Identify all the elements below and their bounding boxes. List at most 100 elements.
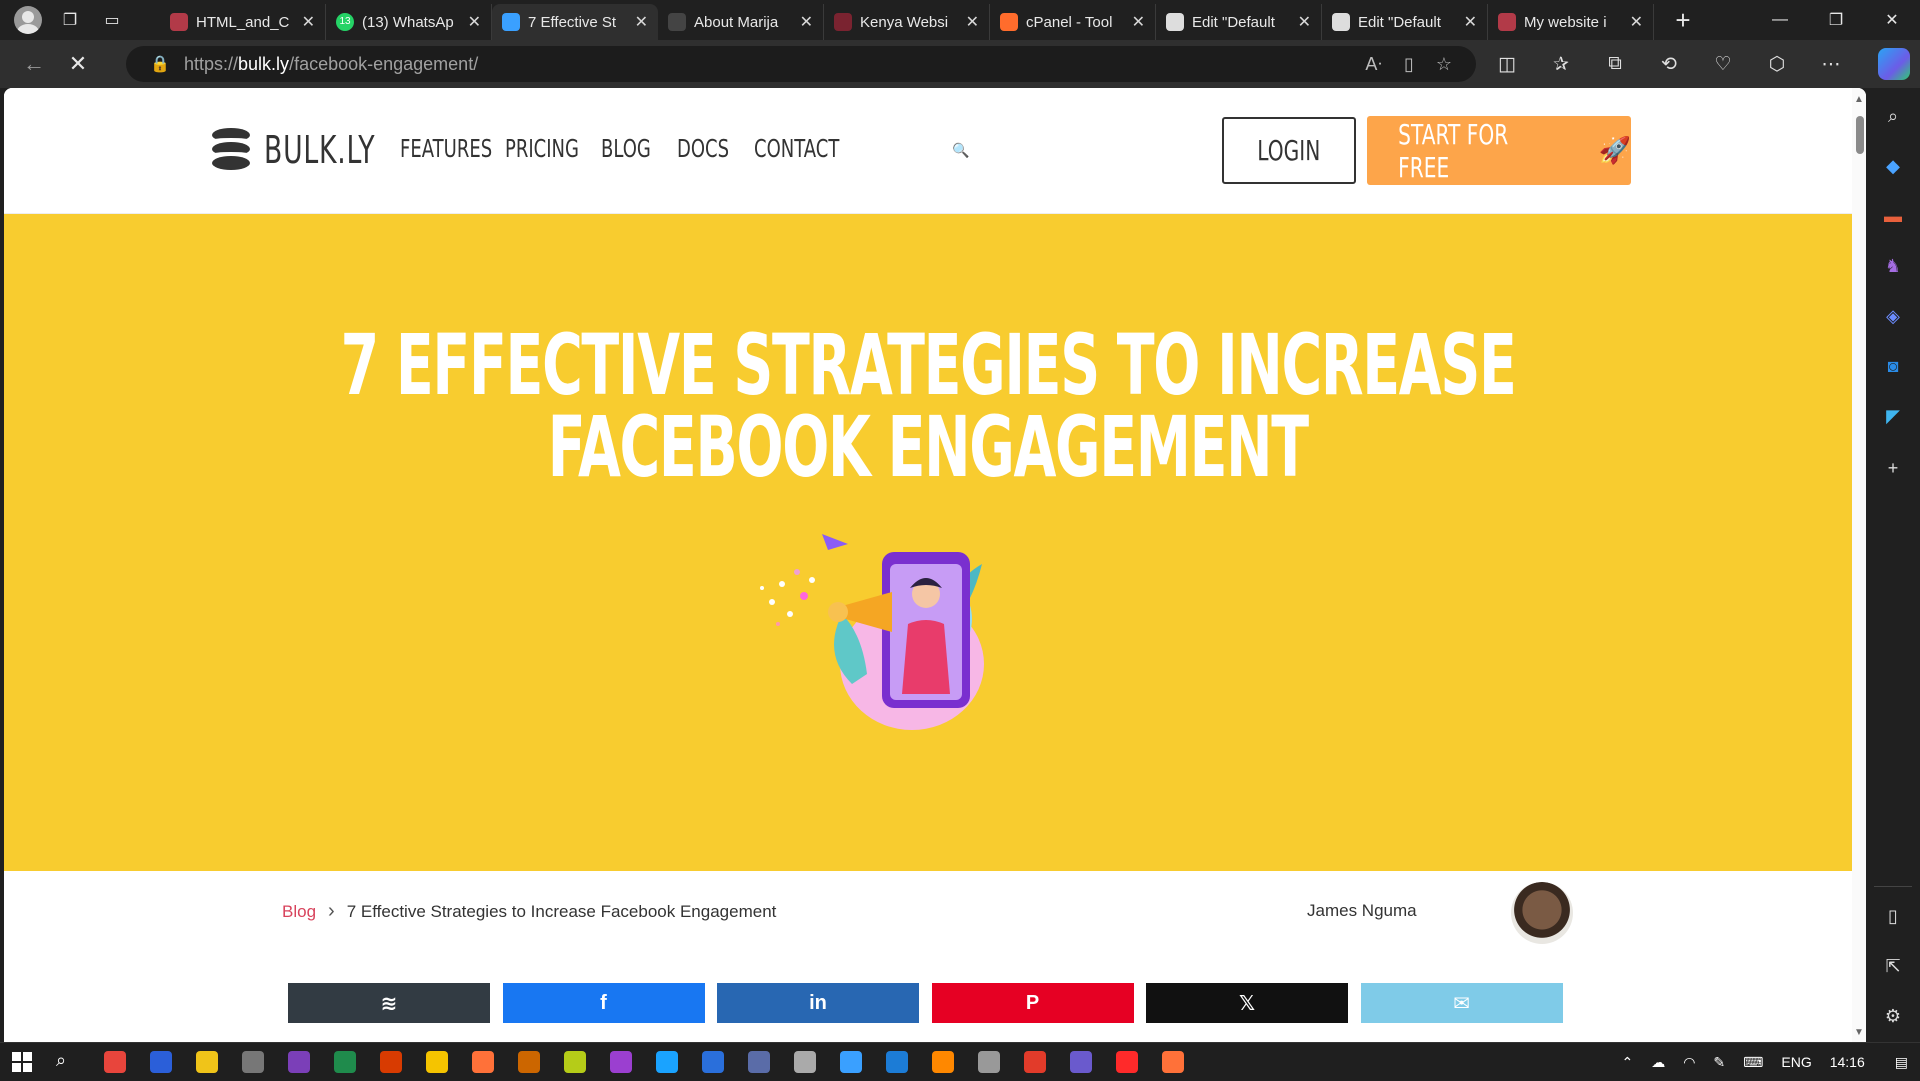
browser-tab[interactable]: Edit "Default ✕ [1156, 4, 1322, 40]
tab-close-icon[interactable]: ✕ [1298, 12, 1311, 32]
shopping-tag-icon[interactable]: ◆ [1877, 150, 1909, 182]
copilot-sidebar-icon[interactable]: ◈ [1877, 300, 1909, 332]
read-aloud-icon[interactable]: Aᐧ [1365, 54, 1382, 75]
browser-tab[interactable]: About Marija ✕ [658, 4, 824, 40]
stop-loading-button[interactable]: ✕ [56, 42, 100, 86]
share-buffer-button[interactable]: ≋ [288, 983, 490, 1023]
tab-close-icon[interactable]: ✕ [302, 12, 315, 32]
share-linkedin-button[interactable]: in [717, 983, 919, 1023]
back-button[interactable]: ← [12, 42, 56, 86]
taskbar-app-icon[interactable] [1162, 1051, 1184, 1073]
taskbar-app-icon[interactable] [1116, 1051, 1138, 1073]
browser-tab[interactable]: HTML_and_C ✕ [160, 4, 326, 40]
scroll-up-icon[interactable]: ▲ [1854, 94, 1864, 105]
more-menu-icon[interactable]: ⋯ [1814, 53, 1848, 76]
history-icon[interactable]: ⟲ [1652, 53, 1686, 76]
taskbar-app-icon[interactable] [564, 1051, 586, 1073]
menu-item-contact[interactable]: CONTACT [754, 134, 839, 163]
taskbar-app-icon[interactable] [1024, 1051, 1046, 1073]
lock-icon[interactable]: 🔒 [150, 54, 184, 74]
outlook-icon[interactable]: ◙ [1877, 350, 1909, 382]
share-facebook-button[interactable]: f [502, 983, 705, 1023]
hide-sidebar-icon[interactable]: ▯ [1877, 900, 1909, 932]
keyboard-icon[interactable]: ⌨ [1743, 1054, 1763, 1071]
taskbar-app-icon[interactable] [1070, 1051, 1092, 1073]
collections-icon[interactable]: ⧉ [1598, 53, 1632, 75]
favorites-icon[interactable]: ✰ [1544, 53, 1578, 76]
menu-item-pricing[interactable]: PRICING [505, 134, 579, 163]
extensions-icon[interactable]: ⬡ [1760, 53, 1794, 76]
search-icon[interactable]: 🔍 [952, 142, 969, 159]
close-window-button[interactable]: ✕ [1864, 0, 1920, 40]
taskbar-app-icon[interactable] [794, 1051, 816, 1073]
taskbar-app-icon[interactable] [840, 1051, 862, 1073]
tab-close-icon[interactable]: ✕ [966, 12, 979, 32]
add-sidebar-app-icon[interactable]: + [1877, 452, 1909, 484]
taskbar-app-icon[interactable] [242, 1051, 264, 1073]
split-screen-icon[interactable]: ◫ [1490, 53, 1524, 76]
menu-item-features[interactable]: FEATURES [400, 134, 492, 163]
page-scrollbar[interactable]: ▲ ▼ [1852, 88, 1866, 1042]
menu-item-blog[interactable]: BLOG [601, 134, 651, 163]
menu-item-docs[interactable]: DOCS [677, 134, 729, 163]
clock[interactable]: 14:16 [1830, 1054, 1865, 1070]
drop-icon[interactable]: ◤ [1877, 400, 1909, 432]
taskbar-app-icon[interactable] [150, 1051, 172, 1073]
scrollbar-thumb[interactable] [1856, 116, 1864, 154]
start-button[interactable] [12, 1052, 32, 1072]
taskbar-app-icon[interactable] [288, 1051, 310, 1073]
browser-tab[interactable]: 13 (13) WhatsAp ✕ [326, 4, 492, 40]
new-tab-button[interactable]: + [1668, 5, 1698, 36]
taskbar-app-icon[interactable] [932, 1051, 954, 1073]
taskbar-app-icon[interactable] [748, 1051, 770, 1073]
browser-tab[interactable]: Edit "Default ✕ [1322, 4, 1488, 40]
browser-tab[interactable]: My website i ✕ [1488, 4, 1654, 40]
browser-tab[interactable]: Kenya Websi ✕ [824, 4, 990, 40]
settings-gear-icon[interactable]: ⚙ [1877, 1000, 1909, 1032]
taskbar-app-icon[interactable] [518, 1051, 540, 1073]
search-icon[interactable]: ⌕ [1877, 100, 1909, 132]
workspaces-icon[interactable]: ❐ [56, 6, 84, 34]
tab-close-icon[interactable]: ✕ [1630, 12, 1643, 32]
taskbar-app-icon[interactable] [978, 1051, 1000, 1073]
tools-briefcase-icon[interactable]: ▬ [1877, 200, 1909, 232]
site-logo[interactable]: BULK.LY [212, 128, 407, 172]
tab-close-icon[interactable]: ✕ [800, 12, 813, 32]
onedrive-cloud-icon[interactable]: ☁ [1651, 1054, 1665, 1071]
restore-button[interactable]: ❐ [1808, 0, 1864, 40]
taskbar-app-icon[interactable] [380, 1051, 402, 1073]
taskbar-app-icon[interactable] [610, 1051, 632, 1073]
language-indicator[interactable]: ENG [1781, 1054, 1811, 1070]
notifications-icon[interactable]: ▤ [1895, 1054, 1908, 1071]
login-button[interactable]: LOGIN [1222, 117, 1356, 184]
tab-close-icon[interactable]: ✕ [1132, 12, 1145, 32]
minimize-button[interactable]: — [1752, 0, 1808, 40]
author-name[interactable]: James Nguma [1307, 901, 1417, 921]
taskbar-app-icon[interactable] [334, 1051, 356, 1073]
wifi-icon[interactable]: ◠ [1683, 1054, 1695, 1071]
taskbar-app-icon[interactable] [104, 1051, 126, 1073]
share-x-button[interactable]: 𝕏 [1146, 983, 1348, 1023]
taskbar-search-icon[interactable]: ⌕ [56, 1050, 66, 1071]
pen-icon[interactable]: ✎ [1713, 1054, 1725, 1071]
taskbar-app-icon[interactable] [656, 1051, 678, 1073]
taskbar-app-icon[interactable] [426, 1051, 448, 1073]
share-pinterest-button[interactable]: P [931, 983, 1134, 1023]
scroll-down-icon[interactable]: ▼ [1854, 1027, 1864, 1038]
games-icon[interactable]: ♞ [1877, 250, 1909, 282]
taskbar-app-icon[interactable] [886, 1051, 908, 1073]
tab-close-icon[interactable]: ✕ [468, 12, 481, 32]
browser-tab[interactable]: 7 Effective St ✕ [492, 4, 658, 40]
taskbar-app-icon[interactable] [196, 1051, 218, 1073]
favorite-star-icon[interactable]: ☆ [1436, 54, 1452, 75]
author-avatar[interactable] [1511, 882, 1573, 944]
profile-avatar[interactable] [14, 6, 42, 34]
open-external-icon[interactable]: ⇱ [1877, 950, 1909, 982]
start-for-free-button[interactable]: START FOR FREE 🚀 [1367, 116, 1631, 185]
tray-chevron-up-icon[interactable]: ⌃ [1621, 1054, 1633, 1071]
address-field[interactable]: 🔒 https://bulk.ly/facebook-engagement/ A… [126, 46, 1476, 82]
share-email-button[interactable]: ✉ [1360, 983, 1563, 1023]
breadcrumb-blog-link[interactable]: Blog [282, 902, 316, 922]
immersive-reader-icon[interactable]: ▯ [1404, 54, 1414, 75]
tab-close-icon[interactable]: ✕ [1464, 12, 1477, 32]
